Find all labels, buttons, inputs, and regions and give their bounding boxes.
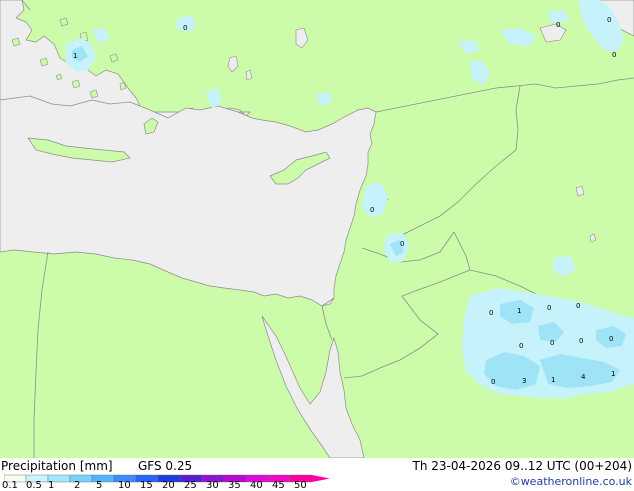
scale-tick-label: 25 xyxy=(184,480,197,491)
scale-tick-label: 0.5 xyxy=(26,480,42,491)
scale-tick-label: 15 xyxy=(140,480,153,491)
scale-tick-label: 45 xyxy=(272,480,285,491)
map-label: 0 xyxy=(579,337,583,345)
map-label: 0 xyxy=(183,24,187,32)
legend-footer: Precipitation [mm] GFS 0.25 Th 23-04-202… xyxy=(0,458,634,491)
map-label: 0 xyxy=(370,206,374,214)
precipitation-map: 1 0 0 0 0 0 0 1 0 0 0 0 0 0 0 0 3 1 4 1 xyxy=(0,0,634,458)
scale-tick-label: 10 xyxy=(118,480,131,491)
scale-tick-label: 1 xyxy=(48,480,55,491)
scale-tick-label: 0.1 xyxy=(2,480,18,491)
map-label: 0 xyxy=(607,16,611,24)
scale-tick-label: 20 xyxy=(162,480,175,491)
credit-link[interactable]: ©weatheronline.co.uk xyxy=(510,475,632,488)
scale-tick-label: 5 xyxy=(96,480,103,491)
scale-tick-label: 40 xyxy=(250,480,263,491)
model-name: GFS 0.25 xyxy=(138,459,193,473)
map-label: 1 xyxy=(73,52,77,60)
map-label: 3 xyxy=(522,377,526,385)
map-label: 0 xyxy=(489,309,493,317)
map-label: 1 xyxy=(611,370,615,378)
map-label: 0 xyxy=(556,21,560,29)
scale-tick-label: 30 xyxy=(206,480,219,491)
scale-arrow xyxy=(312,475,330,482)
legend-title: Precipitation [mm] xyxy=(1,459,113,473)
map-label: 4 xyxy=(581,373,586,381)
map-label: 0 xyxy=(550,339,554,347)
map-label: 1 xyxy=(551,376,555,384)
map-label: 0 xyxy=(547,304,551,312)
map-label: 0 xyxy=(519,342,523,350)
valid-time: Th 23-04-2026 09..12 UTC (00+204) xyxy=(412,459,632,473)
scale-tick-label: 50 xyxy=(294,480,307,491)
map-label: 1 xyxy=(517,307,521,315)
scale-tick-label: 35 xyxy=(228,480,241,491)
map-label: 0 xyxy=(612,51,616,59)
map-label: 0 xyxy=(576,302,580,310)
map-label: 0 xyxy=(609,335,613,343)
scale-tick-label: 2 xyxy=(74,480,81,491)
map-label: 0 xyxy=(491,378,495,386)
map-label: 0 xyxy=(400,240,404,248)
